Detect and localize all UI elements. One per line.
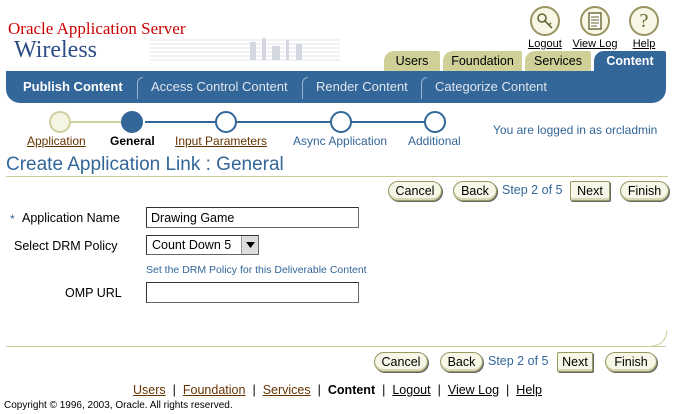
step-indicator-bottom: Step 2 of 5 — [488, 354, 549, 368]
subtab-separator — [137, 77, 143, 99]
subtab-access-control-content[interactable]: Access Control Content — [151, 77, 288, 97]
finish-button-top[interactable]: Finish — [620, 181, 669, 201]
footer-link-foundation[interactable]: Foundation — [183, 383, 246, 397]
train-step-application-marker[interactable] — [49, 111, 71, 133]
cancel-button-bottom[interactable]: Cancel — [374, 352, 428, 372]
finish-button-bottom[interactable]: Finish — [605, 352, 657, 372]
subtab-separator — [421, 77, 427, 99]
train-connector — [145, 121, 435, 123]
train-step-additional-marker — [424, 111, 446, 133]
next-button-top[interactable]: Next — [570, 181, 610, 201]
footer-link-logout[interactable]: Logout — [392, 383, 430, 397]
footer-separator: | — [506, 383, 510, 397]
train-step-async-application-marker — [330, 111, 352, 133]
drm-policy-selected-value: Count Down 5 — [152, 238, 232, 252]
drm-policy-select[interactable]: Count Down 5 — [146, 235, 259, 255]
subtab-separator — [302, 77, 308, 99]
bottom-divider — [6, 346, 666, 347]
tab-foundation[interactable]: Foundation — [443, 51, 522, 71]
footer-links: Users | Foundation | Services | Content | Logout… — [0, 383, 675, 397]
help-label: Help — [632, 38, 656, 50]
brand-texture-graphic — [150, 38, 340, 61]
subtab-render-content[interactable]: Render Content — [316, 77, 408, 97]
tab-users[interactable]: Users — [384, 51, 440, 71]
document-icon — [580, 6, 610, 36]
tab-content[interactable]: Content — [594, 51, 666, 71]
help-icon: ? — [629, 6, 659, 36]
omp-url-input[interactable] — [146, 282, 359, 303]
footer-link-services[interactable]: Services — [263, 383, 311, 397]
chevron-down-icon[interactable] — [241, 236, 258, 254]
copyright-text: Copyright © 1996, 2003, Oracle. All righ… — [4, 400, 233, 411]
footer-separator: | — [317, 383, 321, 397]
back-button-top[interactable]: Back — [453, 181, 497, 201]
drm-policy-hint: Set the DRM Policy for this Deliverable … — [146, 264, 367, 276]
key-icon — [530, 6, 560, 36]
train-step-general: General — [110, 134, 155, 148]
omp-url-label: OMP URL — [65, 286, 122, 300]
divider-curve — [648, 330, 668, 347]
footer-separator: | — [252, 383, 256, 397]
footer-link-view-log[interactable]: View Log — [448, 383, 499, 397]
train-step-general-marker — [121, 111, 143, 133]
footer-link-users[interactable]: Users — [133, 383, 166, 397]
required-marker: * — [10, 212, 15, 226]
application-name-label: Application Name — [22, 211, 120, 225]
train-step-input-parameters-marker[interactable] — [215, 111, 237, 133]
footer-separator: | — [437, 383, 441, 397]
footer-current-content: Content — [327, 383, 376, 397]
help-link[interactable]: ? Help — [614, 6, 674, 50]
train-step-input-parameters[interactable]: Input Parameters — [175, 134, 267, 148]
brand-product-name: Wireless — [14, 37, 98, 63]
application-name-input[interactable] — [146, 207, 359, 228]
train-step-application[interactable]: Application — [27, 134, 86, 148]
subtab-bar: Publish Content Access Control Content R… — [6, 71, 666, 103]
train-step-additional: Additional — [408, 134, 461, 148]
drm-policy-label: Select DRM Policy — [14, 239, 118, 253]
user-status-text: You are logged in as orcladmin — [493, 123, 658, 137]
subtab-categorize-content[interactable]: Categorize Content — [435, 77, 547, 97]
footer-separator: | — [172, 383, 176, 397]
subtab-publish-content[interactable]: Publish Content — [23, 77, 123, 97]
title-divider — [6, 176, 668, 177]
train-step-async-application: Async Application — [293, 134, 388, 148]
next-button-bottom[interactable]: Next — [557, 352, 593, 372]
step-indicator-top: Step 2 of 5 — [502, 183, 563, 197]
footer-link-help[interactable]: Help — [516, 383, 542, 397]
brand-company-name: Oracle Application Server — [8, 19, 186, 38]
tab-services[interactable]: Services — [525, 51, 591, 71]
page-title: Create Application Link : General — [6, 154, 284, 175]
cancel-button-top[interactable]: Cancel — [388, 181, 442, 201]
back-button-bottom[interactable]: Back — [440, 352, 483, 372]
footer-separator: | — [382, 383, 386, 397]
